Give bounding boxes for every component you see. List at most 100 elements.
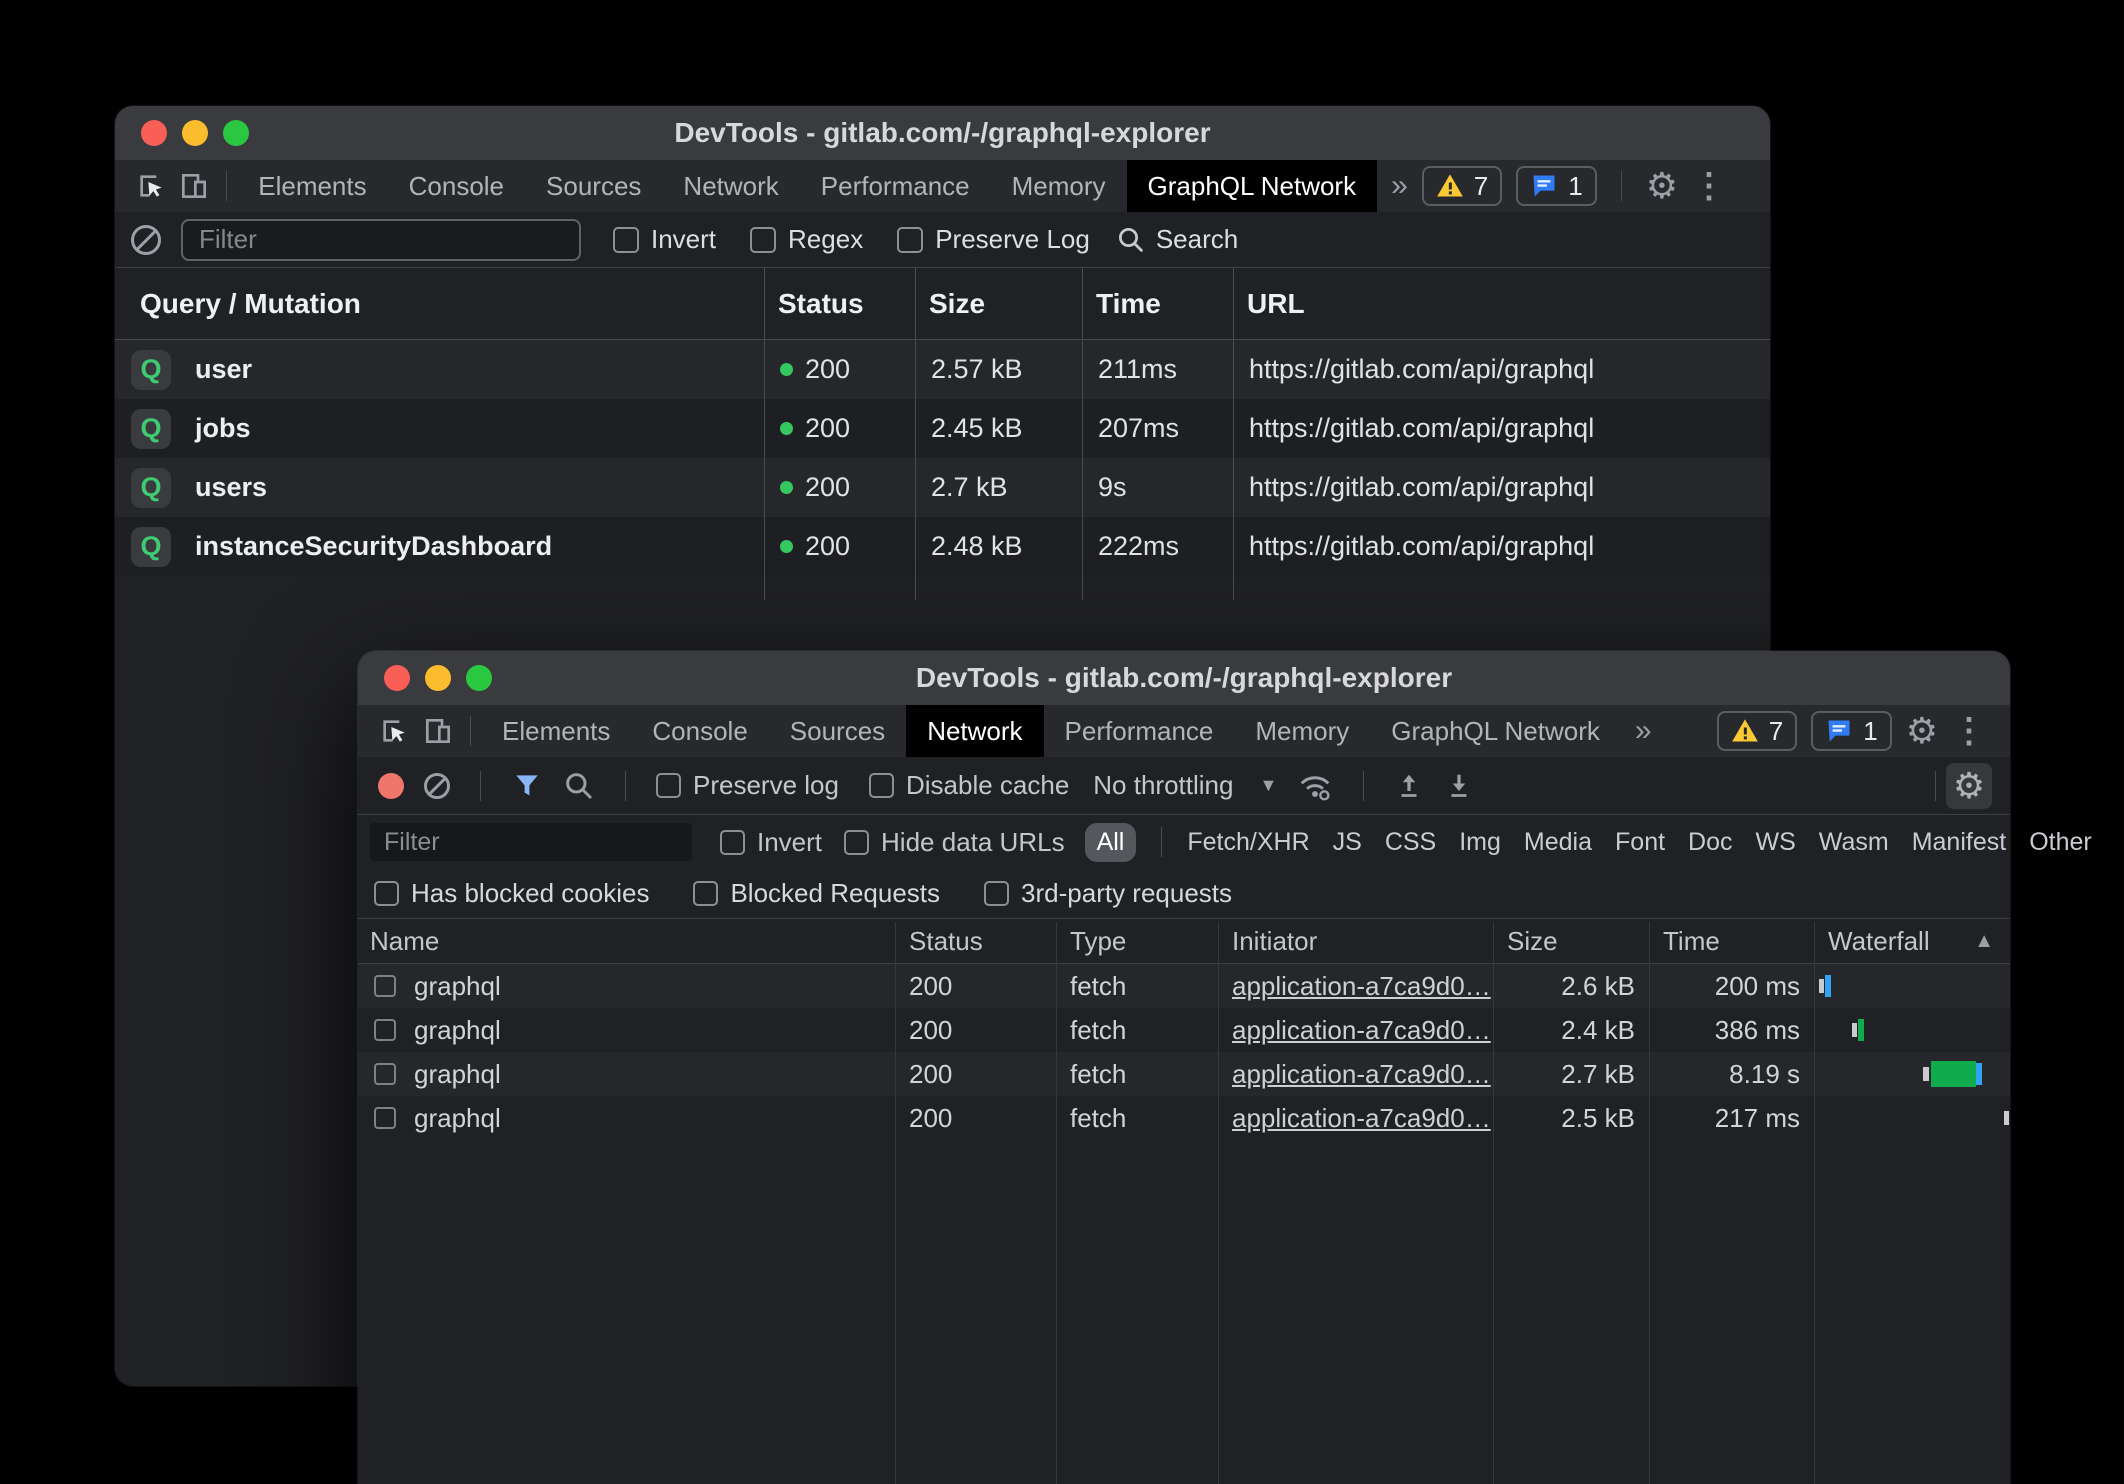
column-status[interactable]: Status [764,288,915,320]
column-initiator[interactable]: Initiator [1218,926,1493,957]
clear-icon[interactable] [131,225,161,255]
tab-console[interactable]: Console [631,705,768,757]
row-checkbox[interactable] [374,1063,396,1085]
column-size[interactable]: Size [915,288,1082,320]
type-filter-img[interactable]: Img [1459,828,1501,857]
tab-network[interactable]: Network [662,160,799,212]
type-filter-ws[interactable]: WS [1756,828,1796,857]
column-name[interactable]: Name [358,926,895,957]
initiator-link[interactable]: application-a7ca9d0… [1232,971,1491,1001]
column-divider[interactable] [915,268,916,600]
column-size[interactable]: Size [1493,926,1649,957]
initiator-link[interactable]: application-a7ca9d0… [1232,1059,1491,1089]
type-filter-font[interactable]: Font [1615,828,1665,857]
blocked-requests-checkbox-group[interactable]: Blocked Requests [693,878,940,909]
type-filter-all-selected[interactable]: All [1085,823,1137,862]
issues-badge[interactable]: 1 [1516,166,1596,206]
disable-cache-checkbox[interactable] [869,773,894,798]
table-row[interactable]: graphql 200 fetch application-a7ca9d0… 2… [358,1008,2010,1052]
column-waterfall[interactable]: Waterfall ▲ [1814,926,2010,957]
inspect-element-icon[interactable] [372,709,416,753]
preserve-log-checkbox[interactable] [656,773,681,798]
table-row[interactable]: Quser 200 2.57 kB 211ms https://gitlab.c… [115,340,1770,399]
filter-funnel-icon[interactable] [511,770,543,802]
table-row[interactable]: graphql 200 fetch application-a7ca9d0… 2… [358,1096,2010,1140]
search-icon[interactable] [563,770,595,802]
column-time[interactable]: Time [1649,926,1814,957]
tab-memory[interactable]: Memory [1234,705,1370,757]
issues-badge[interactable]: 1 [1811,711,1891,751]
table-row[interactable]: graphql 200 fetch application-a7ca9d0… 2… [358,964,2010,1008]
kebab-menu-icon[interactable]: ⋮ [1952,714,1984,748]
kebab-menu-icon[interactable]: ⋮ [1692,169,1724,203]
type-filter-css[interactable]: CSS [1385,828,1436,857]
column-divider[interactable] [1233,268,1234,600]
throttling-select[interactable]: No throttling ▼ [1093,770,1277,801]
has-blocked-cookies-checkbox[interactable] [374,881,399,906]
type-filter-doc[interactable]: Doc [1688,828,1732,857]
tab-performance[interactable]: Performance [1044,705,1235,757]
blocked-requests-checkbox[interactable] [693,881,718,906]
tab-console[interactable]: Console [388,160,525,212]
waterfall-cell[interactable] [1814,1052,2010,1096]
preserve-log-checkbox-group[interactable]: Preserve log [656,770,839,801]
more-tabs-icon[interactable]: » [1377,169,1422,203]
column-divider[interactable] [1814,922,1815,1484]
waterfall-cell[interactable] [1814,1008,2010,1052]
tab-memory[interactable]: Memory [991,160,1127,212]
column-query-mutation[interactable]: Query / Mutation [115,288,764,320]
column-divider[interactable] [1649,922,1650,1484]
type-filter-other[interactable]: Other [2029,828,2092,857]
more-tabs-icon[interactable]: » [1621,714,1666,748]
network-settings-button[interactable]: ⚙ [1946,763,1992,809]
type-filter-js[interactable]: JS [1333,828,1362,857]
has-blocked-cookies-checkbox-group[interactable]: Has blocked cookies [374,878,649,909]
tab-graphql-network-selected[interactable]: GraphQL Network [1127,160,1378,212]
invert-checkbox-group[interactable]: Invert [720,827,822,858]
row-checkbox[interactable] [374,1019,396,1041]
regex-checkbox-group[interactable]: Regex [750,224,863,255]
table-row[interactable]: Qusers 200 2.7 kB 9s https://gitlab.com/… [115,458,1770,517]
initiator-link[interactable]: application-a7ca9d0… [1232,1015,1491,1045]
type-filter-manifest[interactable]: Manifest [1912,828,2006,857]
type-filter-fetch-xhr[interactable]: Fetch/XHR [1187,828,1309,857]
search-group[interactable]: Search [1116,224,1238,255]
tab-elements[interactable]: Elements [481,705,631,757]
record-network-log-button[interactable] [378,773,404,799]
table-row[interactable]: graphql 200 fetch application-a7ca9d0… 2… [358,1052,2010,1096]
column-divider[interactable] [764,268,765,600]
filter-input[interactable] [370,823,692,861]
column-divider[interactable] [895,922,896,1484]
type-filter-media[interactable]: Media [1524,828,1592,857]
device-toolbar-icon[interactable] [173,164,217,208]
warnings-badge[interactable]: 7 [1717,711,1797,751]
column-divider[interactable] [1218,922,1219,1484]
third-party-requests-checkbox[interactable] [984,881,1009,906]
table-row[interactable]: QinstanceSecurityDashboard 200 2.48 kB 2… [115,517,1770,576]
invert-checkbox-group[interactable]: Invert [613,224,716,255]
column-url[interactable]: URL [1233,288,1770,320]
preserve-log-checkbox[interactable] [897,227,923,253]
column-divider[interactable] [1493,922,1494,1484]
settings-gear-icon[interactable]: ⚙ [1646,168,1678,204]
hide-data-urls-checkbox-group[interactable]: Hide data URLs [844,827,1065,858]
warnings-badge[interactable]: 7 [1422,166,1502,206]
column-status[interactable]: Status [895,926,1056,957]
clear-network-log-icon[interactable] [424,773,450,799]
invert-checkbox[interactable] [720,830,745,855]
row-checkbox[interactable] [374,975,396,997]
waterfall-cell[interactable] [1814,964,2010,1008]
titlebar[interactable]: DevTools - gitlab.com/-/graphql-explorer [115,106,1770,160]
tab-network-selected[interactable]: Network [906,705,1043,757]
import-har-icon[interactable] [1394,770,1424,802]
tab-elements[interactable]: Elements [237,160,387,212]
column-time[interactable]: Time [1082,288,1233,320]
type-filter-wasm[interactable]: Wasm [1819,828,1889,857]
export-har-icon[interactable] [1444,770,1474,802]
filter-input[interactable] [181,219,581,261]
row-checkbox[interactable] [374,1107,396,1129]
waterfall-cell[interactable] [1814,1096,2010,1140]
titlebar[interactable]: DevTools - gitlab.com/-/graphql-explorer [358,651,2010,705]
preserve-log-checkbox-group[interactable]: Preserve Log [897,224,1090,255]
column-divider[interactable] [1082,268,1083,600]
